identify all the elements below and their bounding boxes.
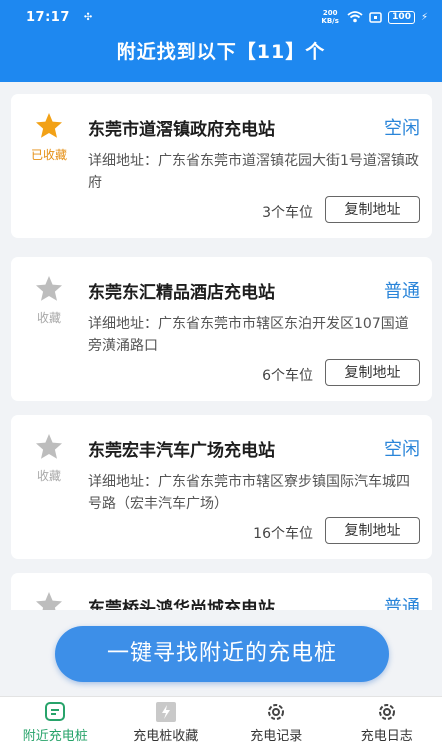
gear-icon <box>268 704 285 720</box>
nav-item-logs[interactable]: 充电日志 <box>332 697 442 744</box>
copy-address-button[interactable]: 复制地址 <box>325 517 420 544</box>
station-name: 东莞东汇精品酒店充电站 <box>88 283 275 303</box>
nav-item-favorites[interactable]: 充电桩收藏 <box>111 697 222 744</box>
favorite-label: 收藏 <box>36 469 61 483</box>
station-name: 东莞宏丰汽车广场充电站 <box>88 441 275 461</box>
find-nearby-button[interactable]: 一键寻找附近的充电桩 <box>55 626 389 682</box>
favorite-toggle[interactable]: 收藏 <box>29 432 69 484</box>
favorite-label: 已收藏 <box>30 148 67 162</box>
station-status: 普通 <box>384 597 420 610</box>
station-address: 详细地址：广东省东莞市市辖区寮步镇国际汽车城四号路（宏丰汽车广场） <box>88 474 410 512</box>
station-list[interactable]: 已收藏 东莞市道滘镇政府充电站 空闲 详细地址：广东省东莞市道滘镇花园大街1号道滘镇政… <box>0 82 442 610</box>
copy-address-button[interactable]: 复制地址 <box>325 359 420 386</box>
battery-level: 100 <box>388 10 415 24</box>
parking-slots: 16个车位 <box>253 526 313 542</box>
bottom-nav: 附近充电桩 充电桩收藏 充电记录 充电日志 <box>0 696 442 744</box>
favorite-toggle[interactable]: 收藏 <box>29 274 69 326</box>
nav-label: 附近充电桩 <box>22 729 88 744</box>
sim-icon <box>369 11 382 23</box>
station-status: 空闲 <box>384 118 420 139</box>
gear-icon <box>378 704 395 720</box>
status-time: 17:17 <box>26 9 70 25</box>
nav-item-nearby[interactable]: 附近充电桩 <box>0 697 111 744</box>
charging-card-icon <box>155 702 176 722</box>
station-status: 空闲 <box>384 439 420 460</box>
station-card[interactable]: 已收藏 东莞市道滘镇政府充电站 空闲详细地址：广东省东莞市道滘镇花园大街1号道滘镇政… <box>11 94 432 238</box>
nav-label: 充电日志 <box>360 729 413 744</box>
station-card[interactable]: 收藏 东莞桥头鸿华尚城充电站 普通 <box>11 573 432 610</box>
message-square-icon <box>45 702 66 721</box>
notification-icon: ✣ <box>83 11 93 23</box>
station-status: 普通 <box>384 281 420 302</box>
network-speed: 200 KB/s <box>321 9 339 25</box>
charging-bolt-icon: ⚡ <box>420 11 428 23</box>
station-name: 东莞市道滘镇政府充电站 <box>88 120 275 140</box>
app-header: 17:17 ✣ 200 KB/s 100 ⚡ 附近找到以下【11】个 <box>0 0 442 82</box>
nav-item-records[interactable]: 充电记录 <box>221 697 332 744</box>
station-name: 东莞桥头鸿华尚城充电站 <box>88 599 275 610</box>
parking-slots: 6个车位 <box>262 368 313 384</box>
star-icon <box>36 276 62 301</box>
star-icon <box>36 113 62 138</box>
star-icon <box>36 434 62 459</box>
favorite-label: 收藏 <box>36 311 61 325</box>
star-icon <box>36 592 62 610</box>
nav-label: 充电桩收藏 <box>133 729 199 744</box>
station-card[interactable]: 收藏 东莞东汇精品酒店充电站 普通详细地址：广东省东莞市市辖区东泊开发区107国道旁… <box>11 257 432 401</box>
wifi-icon <box>347 11 363 23</box>
favorite-toggle[interactable]: 已收藏 <box>29 111 69 163</box>
copy-address-button[interactable]: 复制地址 <box>325 196 420 223</box>
status-icons: 200 KB/s 100 ⚡ <box>319 9 428 25</box>
favorite-toggle[interactable]: 收藏 <box>29 590 69 610</box>
station-address: 详细地址：广东省东莞市道滘镇花园大街1号道滘镇政府 <box>88 153 419 191</box>
status-bar: 17:17 ✣ 200 KB/s 100 ⚡ <box>0 0 442 34</box>
station-address: 详细地址：广东省东莞市市辖区东泊开发区107国道旁潢涌路口 <box>88 316 409 354</box>
parking-slots: 3个车位 <box>262 205 313 221</box>
station-card[interactable]: 收藏 东莞宏丰汽车广场充电站 空闲详细地址：广东省东莞市市辖区寮步镇国际汽车城四号路… <box>11 415 432 559</box>
page-title: 附近找到以下【11】个 <box>116 41 326 63</box>
nav-label: 充电记录 <box>250 729 303 744</box>
